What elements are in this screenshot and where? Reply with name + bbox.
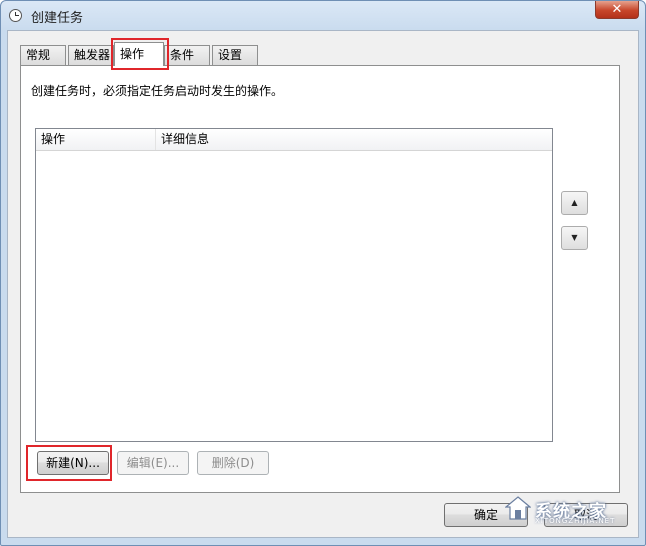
house-logo-icon [505,496,531,520]
edit-action-button[interactable]: 编辑(E)... [117,451,189,475]
close-button[interactable]: ✕ [595,1,639,19]
watermark-subtext: XITONGZHIJIA.NET [535,517,616,525]
actions-list[interactable]: 操作 详细信息 [35,128,553,442]
column-header-details[interactable]: 详细信息 [156,129,552,150]
move-up-button[interactable]: ▲ [561,191,588,215]
title-bar[interactable]: 创建任务 ✕ [1,1,645,31]
dialog-body: 常规 触发器 操作 条件 设置 创建任务时，必须指定任务启动时发生的操作。 操作… [7,30,639,538]
actions-tab-panel: 创建任务时，必须指定任务启动时发生的操作。 操作 详细信息 ▲ ▼ 新建(N).… [20,65,620,493]
create-task-dialog: 创建任务 ✕ 常规 触发器 操作 条件 设置 创建任务时，必须指定任务启动时发生… [0,0,646,546]
column-header-action[interactable]: 操作 [36,129,156,150]
actions-list-header: 操作 详细信息 [36,129,552,151]
tab-conditions[interactable]: 条件 [164,45,210,65]
task-scheduler-clock-icon [9,9,22,22]
site-watermark: 系统之家 XITONGZHIJIA.NET [497,489,637,529]
new-action-button[interactable]: 新建(N)... [37,451,109,475]
tab-actions[interactable]: 操作 [114,42,164,66]
tab-settings[interactable]: 设置 [212,45,258,65]
delete-action-button[interactable]: 删除(D) [197,451,269,475]
move-down-button[interactable]: ▼ [561,226,588,250]
window-title: 创建任务 [31,11,84,26]
tab-triggers[interactable]: 触发器 [68,45,114,65]
tab-general[interactable]: 常规 [20,45,66,65]
actions-description: 创建任务时，必须指定任务启动时发生的操作。 [31,84,284,98]
